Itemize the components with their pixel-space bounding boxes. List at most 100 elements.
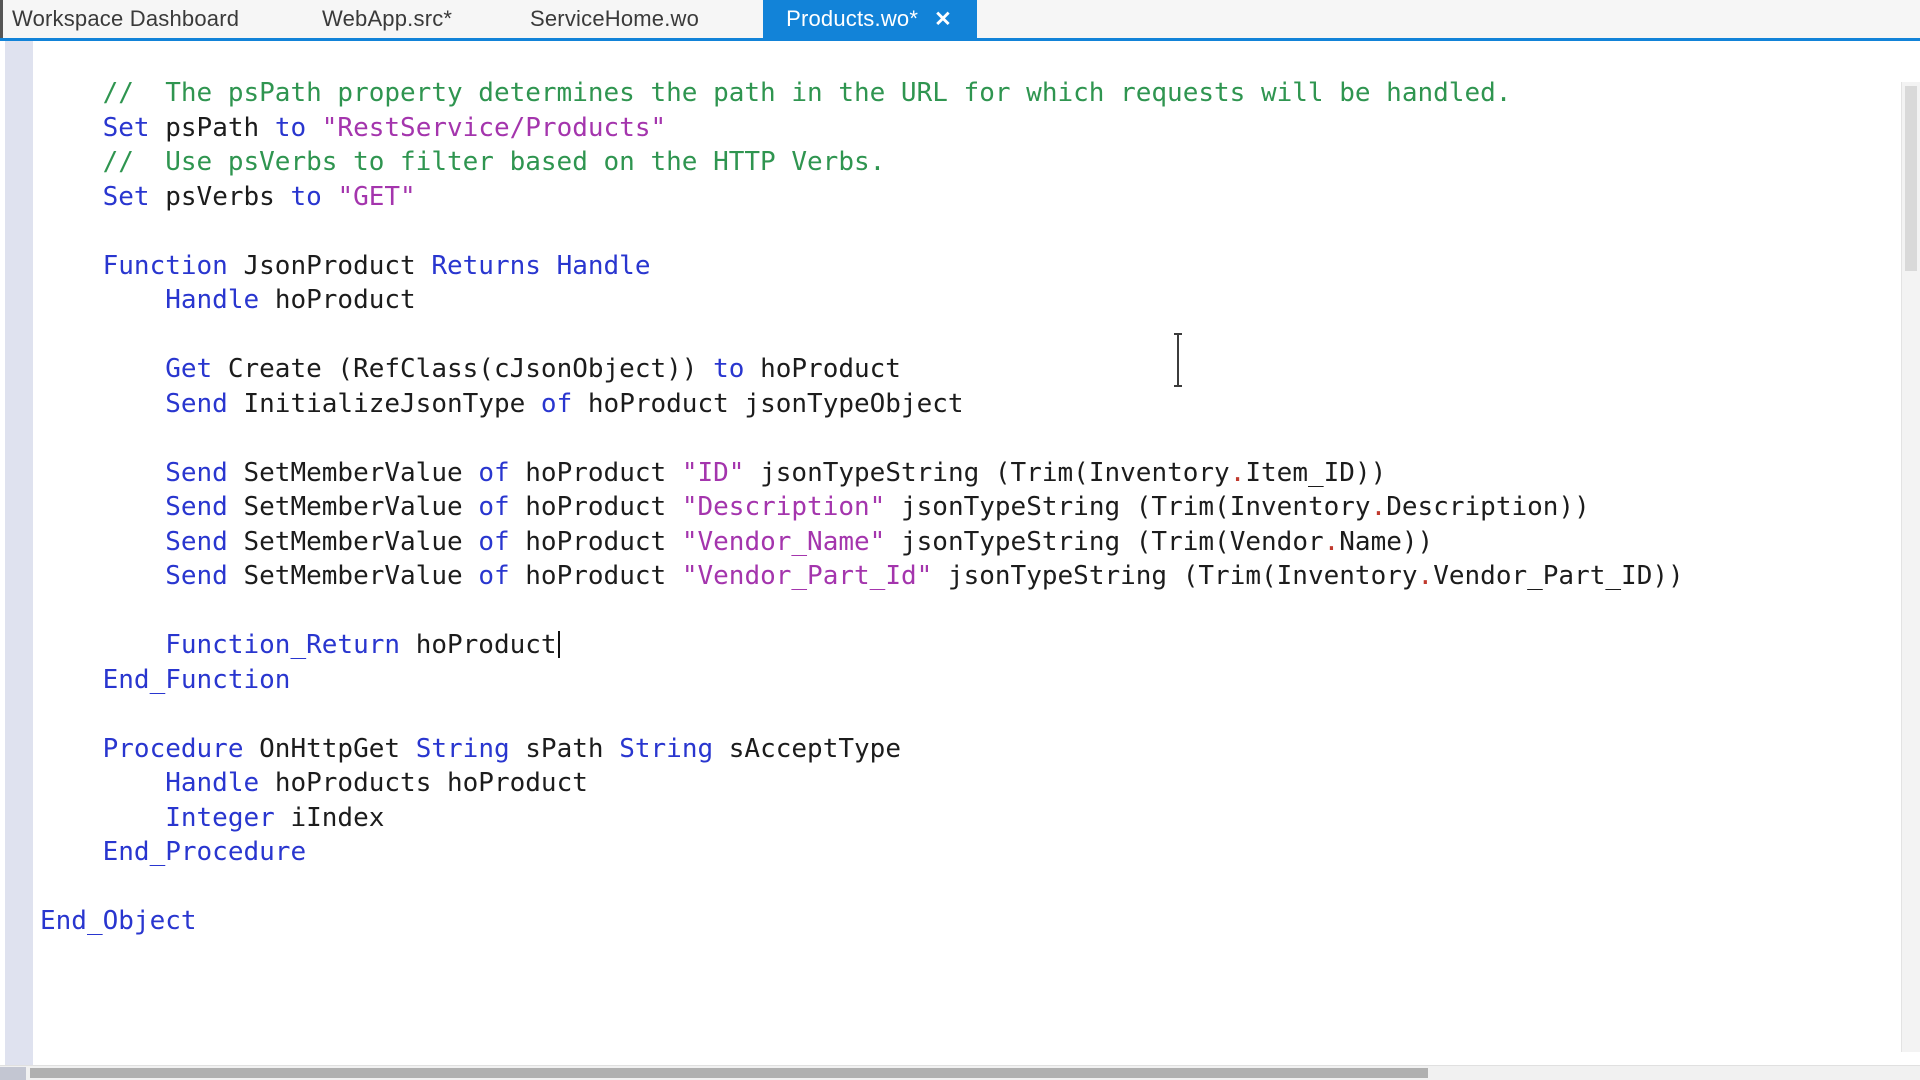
code-segment-ident: hoProduct bbox=[525, 561, 682, 591]
code-line[interactable]: Handle hoProducts hoProduct bbox=[40, 766, 1900, 801]
code-segment-keyword: Integer bbox=[40, 803, 290, 833]
code-segment-ident: JsonProduct bbox=[244, 251, 432, 281]
vertical-scrollbar-thumb[interactable] bbox=[1905, 86, 1917, 271]
tab-label: Workspace Dashboard bbox=[12, 6, 239, 31]
code-segment-keyword: of bbox=[478, 527, 525, 557]
code-line[interactable]: Handle hoProduct bbox=[40, 283, 1900, 318]
mouse-ibeam-cursor bbox=[1177, 333, 1179, 387]
code-line[interactable]: Integer iIndex bbox=[40, 801, 1900, 836]
code-line[interactable]: Send SetMemberValue of hoProduct "Vendor… bbox=[40, 525, 1900, 560]
code-segment-ident: hoProduct bbox=[416, 630, 557, 660]
code-segment-keyword: Send bbox=[40, 527, 244, 557]
code-line[interactable]: Set psPath to "RestService/Products" bbox=[40, 111, 1900, 146]
code-line[interactable]: End_Function bbox=[40, 663, 1900, 698]
code-segment-ident: hoProduct bbox=[760, 354, 901, 384]
code-segment-keyword: Function_Return bbox=[40, 630, 416, 660]
code-segment-ident: jsonTypeString (Trim(Vendor bbox=[885, 527, 1323, 557]
code-segment-ident: hoProduct bbox=[525, 492, 682, 522]
code-segment-ident: SetMemberValue bbox=[244, 561, 479, 591]
code-line[interactable]: Send SetMemberValue of hoProduct "ID" js… bbox=[40, 456, 1900, 491]
code-segment-dot: . bbox=[1418, 561, 1434, 591]
code-segment-keyword: of bbox=[478, 561, 525, 591]
code-segment-keyword: Handle bbox=[40, 768, 275, 798]
tab-label: WebApp.src* bbox=[322, 6, 452, 31]
code-segment-keyword: Returns Handle bbox=[431, 251, 650, 281]
code-segment-keyword: String bbox=[619, 734, 729, 764]
code-segment-keyword: End_Procedure bbox=[40, 837, 306, 867]
code-line[interactable]: End_Procedure bbox=[40, 835, 1900, 870]
code-line[interactable] bbox=[40, 318, 1900, 353]
code-segment-ident: psVerbs bbox=[165, 182, 290, 212]
close-icon[interactable]: ✕ bbox=[932, 7, 954, 32]
code-line[interactable]: Function JsonProduct Returns Handle bbox=[40, 249, 1900, 284]
code-segment-keyword: Send bbox=[40, 492, 244, 522]
code-segment-string: "GET" bbox=[337, 182, 415, 212]
code-segment-ident: hoProduct bbox=[525, 527, 682, 557]
code-editor[interactable]: // The psPath property determines the pa… bbox=[0, 41, 1920, 1066]
code-line[interactable]: // Use psVerbs to filter based on the HT… bbox=[40, 145, 1900, 180]
code-segment-keyword: to bbox=[713, 354, 760, 384]
tab-webapp-src[interactable]: WebApp.src* bbox=[322, 0, 452, 38]
code-segment-ident: InitializeJsonType bbox=[244, 389, 541, 419]
code-segment-ident: Description)) bbox=[1386, 492, 1590, 522]
text-caret bbox=[558, 631, 560, 658]
code-line[interactable] bbox=[40, 870, 1900, 905]
code-segment-ident: Vendor_Part_ID)) bbox=[1433, 561, 1683, 591]
code-segment-string: "Vendor_Name" bbox=[682, 527, 886, 557]
tab-products-wo[interactable]: Products.wo* ✕ bbox=[763, 0, 977, 38]
code-line[interactable]: End_Object bbox=[40, 904, 1900, 939]
code-segment-string: "Description" bbox=[682, 492, 886, 522]
code-segment-dot: . bbox=[1324, 527, 1340, 557]
code-segment-ident: hoProduct bbox=[275, 285, 416, 315]
horizontal-scrollbar-thumb[interactable] bbox=[30, 1068, 1428, 1078]
code-segment-string: "ID" bbox=[682, 458, 745, 488]
code-segment-string: "Vendor_Part_Id" bbox=[682, 561, 932, 591]
code-segment-keyword: of bbox=[541, 389, 588, 419]
code-line[interactable]: Send SetMemberValue of hoProduct "Descri… bbox=[40, 490, 1900, 525]
tab-label: Products.wo* bbox=[786, 6, 918, 32]
code-segment-keyword: to bbox=[290, 182, 337, 212]
code-line[interactable]: // The psPath property determines the pa… bbox=[40, 76, 1900, 111]
code-segment-ident: iIndex bbox=[290, 803, 384, 833]
code-segment-ident: SetMemberValue bbox=[244, 527, 479, 557]
code-segment-keyword: of bbox=[478, 458, 525, 488]
tab-bar: Workspace Dashboard WebApp.src* ServiceHom… bbox=[0, 0, 1920, 41]
code-segment-ident: hoProduct bbox=[525, 458, 682, 488]
code-line[interactable]: Function_Return hoProduct bbox=[40, 628, 1900, 663]
code-line[interactable] bbox=[40, 421, 1900, 456]
code-segment-keyword: of bbox=[478, 492, 525, 522]
code-segment-keyword: Function bbox=[40, 251, 244, 281]
code-segment-ident: OnHttpGet bbox=[259, 734, 416, 764]
code-segment-ident: sPath bbox=[525, 734, 619, 764]
horizontal-scrollbar[interactable] bbox=[0, 1065, 1920, 1080]
code-segment-ident: sAcceptType bbox=[729, 734, 901, 764]
code-line[interactable]: Send SetMemberValue of hoProduct "Vendor… bbox=[40, 559, 1900, 594]
editor-gutter bbox=[5, 41, 33, 1066]
code-line[interactable] bbox=[40, 214, 1900, 249]
code-line[interactable] bbox=[40, 697, 1900, 732]
code-segment-keyword: Send bbox=[40, 561, 244, 591]
code-line[interactable]: Set psVerbs to "GET" bbox=[40, 180, 1900, 215]
code-line[interactable] bbox=[40, 594, 1900, 629]
code-segment-ident: Item_ID)) bbox=[1245, 458, 1386, 488]
code-segment-keyword: End_Object bbox=[40, 906, 197, 936]
code-segment-keyword: to bbox=[275, 113, 322, 143]
code-segment-ident: Create (RefClass(cJsonObject)) bbox=[228, 354, 713, 384]
code-segment-dot: . bbox=[1230, 458, 1246, 488]
code-segment-ident: SetMemberValue bbox=[244, 492, 479, 522]
code-segment-ident: jsonTypeString (Trim(Inventory bbox=[885, 492, 1370, 522]
code-segment-keyword: Send bbox=[40, 458, 244, 488]
vertical-scrollbar[interactable] bbox=[1901, 82, 1920, 1052]
code-segment-keyword: Send bbox=[40, 389, 244, 419]
code-line[interactable]: Send InitializeJsonType of hoProduct jso… bbox=[40, 387, 1900, 422]
code-segment-comment: // Use psVerbs to filter based on the HT… bbox=[40, 147, 885, 177]
code-segment-dot: . bbox=[1371, 492, 1387, 522]
tab-workspace-dashboard[interactable]: Workspace Dashboard bbox=[12, 0, 239, 38]
code-segment-keyword: Procedure bbox=[40, 734, 259, 764]
code-line[interactable]: Procedure OnHttpGet String sPath String … bbox=[40, 732, 1900, 767]
code-segment-ident: hoProduct jsonTypeObject bbox=[588, 389, 964, 419]
code-area[interactable]: // The psPath property determines the pa… bbox=[40, 76, 1900, 939]
tab-servicehome-wo[interactable]: ServiceHome.wo bbox=[530, 0, 699, 38]
code-line[interactable]: Get Create (RefClass(cJsonObject)) to ho… bbox=[40, 352, 1900, 387]
code-segment-ident: psPath bbox=[165, 113, 275, 143]
